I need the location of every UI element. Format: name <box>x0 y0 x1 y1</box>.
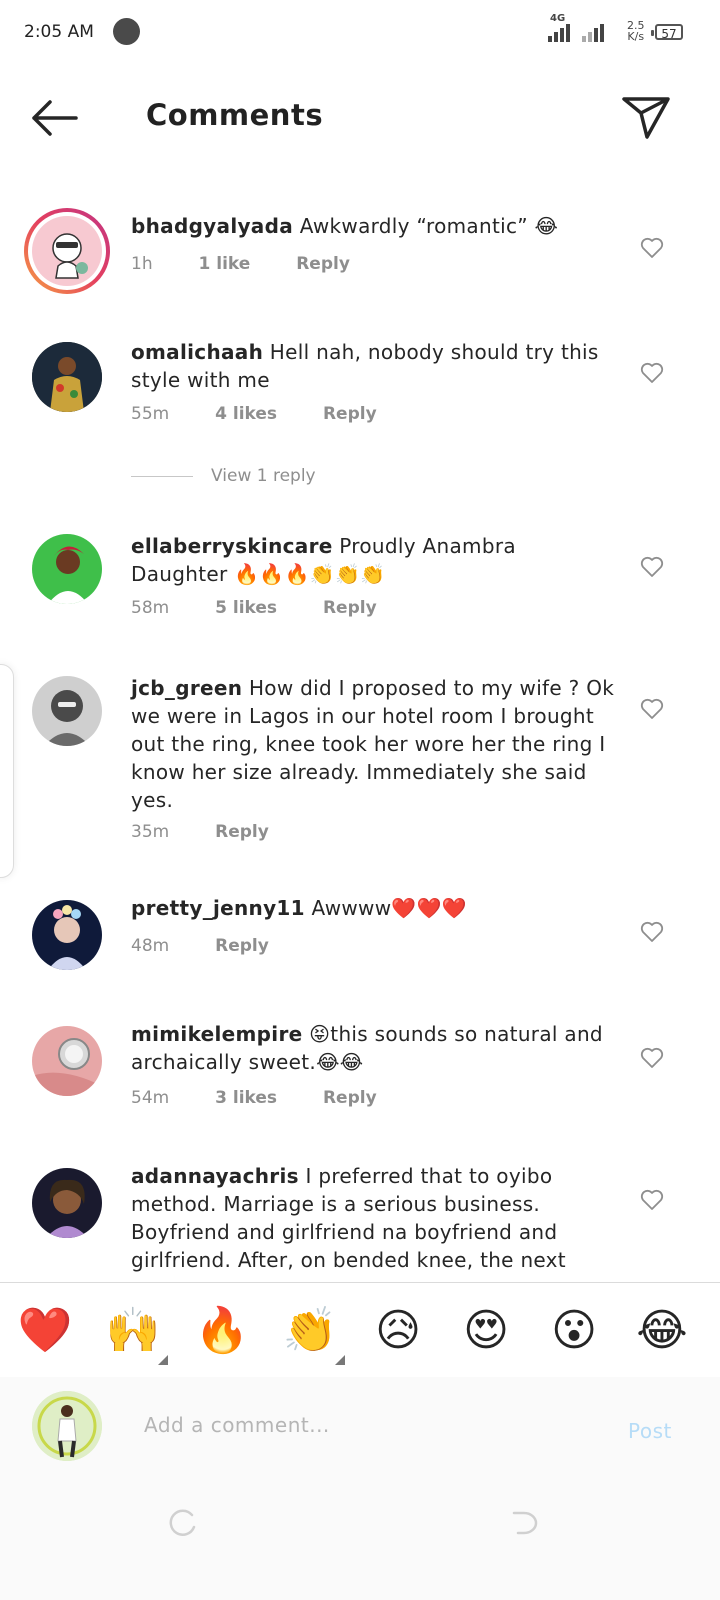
reaction-fire[interactable]: 🔥 <box>194 1303 250 1359</box>
quick-reactions-bar: ❤️ 🙌 🔥 👏 😥 😍 😮 😂 <box>0 1282 720 1378</box>
reply-button[interactable]: Reply <box>296 254 350 274</box>
home-nav-icon[interactable] <box>168 1509 198 1537</box>
comment-username[interactable]: pretty_jenny11 <box>131 896 305 920</box>
reply-button[interactable]: Reply <box>323 404 377 424</box>
reaction-heart[interactable]: ❤️ <box>17 1303 73 1359</box>
signal-icon <box>548 22 574 42</box>
notification-dot-icon <box>113 18 140 45</box>
comment-username[interactable]: jcb_green <box>131 676 242 700</box>
comment-text: pretty_jenny11 Awwww❤️❤️❤️ <box>131 894 619 922</box>
avatar-story[interactable] <box>24 208 110 294</box>
heart-icon[interactable] <box>640 921 664 943</box>
status-bar: 2:05 AM 4G 2.5 K/s 57 <box>0 0 720 62</box>
comment-time: 1h <box>131 254 153 274</box>
more-variants-icon <box>335 1355 345 1365</box>
reaction-clap[interactable]: 👏 <box>282 1303 338 1359</box>
avatar[interactable] <box>32 534 102 604</box>
comment-meta: 35m Reply <box>131 822 309 842</box>
reaction-heart-eyes[interactable]: 😍 <box>458 1303 514 1359</box>
divider-line <box>131 475 193 477</box>
avatar[interactable] <box>32 342 102 412</box>
comment-username[interactable]: bhadgyalyada <box>131 214 293 238</box>
comment-meta: 58m 5 likes Reply <box>131 598 417 618</box>
more-variants-icon <box>158 1355 168 1365</box>
comment-text: omalichaah Hell nah, nobody should try t… <box>131 338 619 394</box>
comment-input[interactable]: Add a comment... <box>144 1413 330 1437</box>
comment-username[interactable]: ellaberryskincare <box>131 534 333 558</box>
app-bar: Comments <box>0 62 720 174</box>
photo-avatar-icon <box>32 1026 102 1096</box>
comment-meta: 1h 1 like Reply <box>131 254 390 274</box>
comment-body: Awwww❤️❤️❤️ <box>311 896 467 920</box>
comment-text: ellaberryskincare Proudly Anambra Daught… <box>131 532 619 588</box>
reaction-laughing[interactable]: 😂 <box>634 1303 690 1359</box>
page-title: Comments <box>146 98 324 132</box>
avatar[interactable] <box>32 900 102 970</box>
photo-avatar-icon <box>32 1168 102 1238</box>
comment-time: 35m <box>131 822 170 842</box>
heart-icon[interactable] <box>640 698 664 720</box>
comment-composer: Add a comment... Post <box>0 1377 720 1600</box>
photo-avatar-icon <box>32 342 102 412</box>
avatar[interactable] <box>32 676 102 746</box>
sticker-avatar-icon <box>52 233 88 279</box>
avatar[interactable] <box>32 1168 102 1238</box>
speed-unit: K/s <box>627 30 645 43</box>
comment-time: 55m <box>131 404 170 424</box>
comment-meta: 48m Reply <box>131 936 309 956</box>
signal-icon-2 <box>582 22 608 42</box>
send-icon[interactable] <box>621 95 671 141</box>
photo-avatar-icon <box>32 676 102 746</box>
view-replies-link[interactable]: View 1 reply <box>131 466 316 486</box>
reply-button[interactable]: Reply <box>215 936 269 956</box>
heart-icon[interactable] <box>640 1189 664 1211</box>
comment-time: 58m <box>131 598 170 618</box>
comment-body: Awkwardly “romantic” 😂 <box>299 214 559 238</box>
battery-icon: 57 <box>651 24 683 41</box>
status-time: 2:05 AM <box>24 22 94 42</box>
photo-avatar-icon <box>32 534 102 604</box>
back-arrow-icon[interactable] <box>28 96 80 140</box>
reaction-raised-hands[interactable]: 🙌 <box>105 1303 161 1359</box>
heart-icon[interactable] <box>640 556 664 578</box>
heart-icon[interactable] <box>640 362 664 384</box>
comment-text: bhadgyalyada Awkwardly “romantic” 😂 <box>131 212 619 240</box>
heart-icon[interactable] <box>640 237 664 259</box>
comments-list: bhadgyalyada Awkwardly “romantic” 😂 1h 1… <box>0 180 720 1292</box>
heart-icon[interactable] <box>640 1047 664 1069</box>
comment-username[interactable]: mimikelempire <box>131 1022 302 1046</box>
reply-button[interactable]: Reply <box>323 598 377 618</box>
comment-likes[interactable]: 3 likes <box>215 1088 277 1108</box>
back-nav-icon[interactable] <box>510 1509 540 1537</box>
view-replies-label[interactable]: View 1 reply <box>211 466 316 486</box>
comment-likes[interactable]: 5 likes <box>215 598 277 618</box>
photo-avatar-icon <box>32 1391 102 1461</box>
reaction-surprised[interactable]: 😮 <box>546 1303 602 1359</box>
comment-likes[interactable]: 4 likes <box>215 404 277 424</box>
post-button[interactable]: Post <box>628 1419 672 1443</box>
reaction-sad[interactable]: 😥 <box>370 1303 426 1359</box>
comment-text: jcb_green How did I proposed to my wife … <box>131 674 619 814</box>
comment-likes[interactable]: 1 like <box>199 254 251 274</box>
comment-username[interactable]: omalichaah <box>131 340 263 364</box>
comment-text: mimikelempire 😝this sounds so natural an… <box>131 1020 619 1076</box>
comment-text: adannayachris I preferred that to oyibo … <box>131 1162 619 1274</box>
avatar[interactable] <box>32 1026 102 1096</box>
comment-username[interactable]: adannayachris <box>131 1164 299 1188</box>
comment-time: 54m <box>131 1088 170 1108</box>
comment-time: 48m <box>131 936 170 956</box>
comment-meta: 55m 4 likes Reply <box>131 404 417 424</box>
comment-meta: 54m 3 likes Reply <box>131 1088 417 1108</box>
network-speed: 2.5 K/s <box>627 20 645 42</box>
my-avatar <box>32 1391 102 1461</box>
photo-avatar-icon <box>32 900 102 970</box>
reply-button[interactable]: Reply <box>215 822 269 842</box>
reply-button[interactable]: Reply <box>323 1088 377 1108</box>
